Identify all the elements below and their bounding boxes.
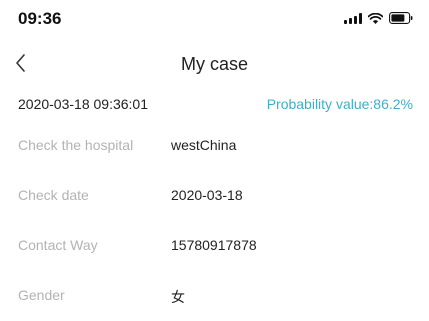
info-row-check-date: Check date 2020-03-18 xyxy=(0,170,429,220)
hospital-value: westChina xyxy=(171,137,237,153)
record-header: 2020-03-18 09:36:01 Probability value:86… xyxy=(0,96,429,118)
contact-way-value: 15780917878 xyxy=(171,237,257,253)
check-date-label: Check date xyxy=(18,187,89,203)
signal-icon xyxy=(344,12,362,24)
hospital-label: Check the hospital xyxy=(18,137,134,153)
info-row-contact: Contact Way 15780917878 xyxy=(0,220,429,270)
info-row-hospital: Check the hospital westChina xyxy=(0,120,429,170)
info-row-gender: Gender 女 xyxy=(0,270,429,320)
record-datetime: 2020-03-18 09:36:01 xyxy=(18,96,148,112)
status-bar: 09:36 xyxy=(0,0,429,40)
status-icons xyxy=(344,12,413,24)
status-time: 09:36 xyxy=(18,9,62,28)
wifi-icon xyxy=(368,12,383,24)
nav-bar: My case xyxy=(0,46,429,86)
probability-value: Probability value:86.2% xyxy=(266,96,413,112)
page-title: My case xyxy=(180,54,249,74)
gender-label: Gender xyxy=(18,287,65,303)
gender-value: 女 xyxy=(171,289,185,305)
battery-icon xyxy=(389,12,413,24)
case-info-list: Check the hospital westChina Check date … xyxy=(0,120,429,320)
check-date-value: 2020-03-18 xyxy=(171,187,243,203)
contact-way-label: Contact Way xyxy=(18,237,98,253)
